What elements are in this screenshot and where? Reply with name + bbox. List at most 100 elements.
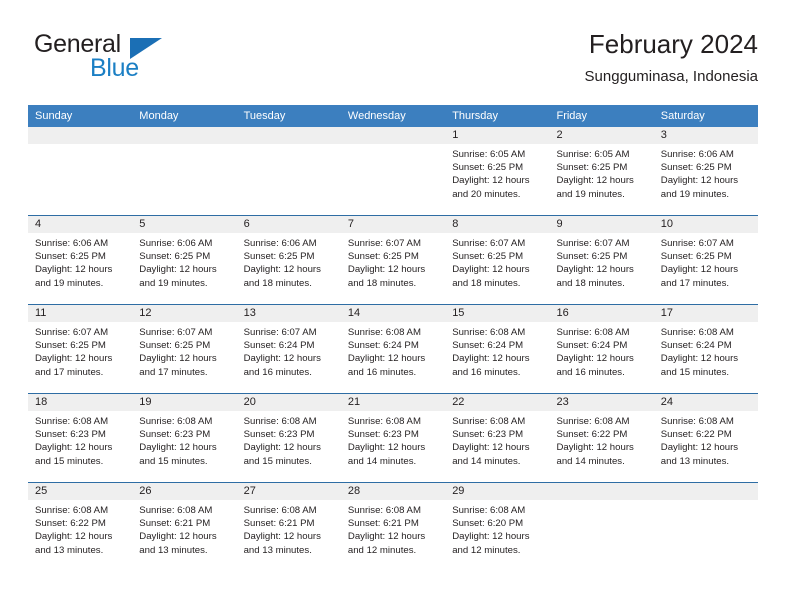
- day-detail-line: and 20 minutes.: [452, 188, 521, 200]
- day-cell[interactable]: 2 Sunrise: 6:05 AM Sunset: 6:25 PM Daylight…: [549, 127, 654, 215]
- day-detail-line: Sunset: 6:20 PM: [452, 518, 524, 530]
- weekday-header-row: Sunday Monday Tuesday Wednesday Thursday Frid…: [28, 105, 759, 127]
- day-detail-line: Sunset: 6:25 PM: [35, 251, 106, 263]
- day-details: Sunrise: 6:05 AM Sunset: 6:25 PM Daylight:…: [445, 144, 549, 201]
- day-cell[interactable]: 22 Sunrise: 6:08 AM Sunset: 6:23 PM Dayligh…: [445, 394, 550, 482]
- day-detail-line: Sunset: 6:23 PM: [139, 429, 211, 441]
- day-details: Sunrise: 6:08 AM Sunset: 6:24 PM Daylight:…: [549, 322, 653, 379]
- day-cell[interactable]: 1 Sunrise: 6:05 AM Sunset: 6:25 PM Daylight…: [445, 127, 550, 215]
- day-detail-line: Sunrise: 6:07 AM: [452, 238, 526, 249]
- day-number: 23: [549, 394, 654, 411]
- day-cell[interactable]: 28 Sunrise: 6:08 AM Sunset: 6:21 PM Dayligh…: [340, 483, 446, 571]
- day-detail-line: Daylight: 12 hours: [347, 442, 426, 454]
- day-details: Sunrise: 6:06 AM Sunset: 6:25 PM Daylight:…: [28, 233, 132, 290]
- day-cell-empty: [549, 483, 654, 571]
- day-details: Sunrise: 6:08 AM Sunset: 6:22 PM Daylight:…: [654, 411, 758, 468]
- day-cell[interactable]: 9 Sunrise: 6:07 AM Sunset: 6:25 PM Daylight…: [549, 216, 654, 304]
- day-cell[interactable]: 16 Sunrise: 6:08 AM Sunset: 6:24 PM Dayligh…: [549, 305, 654, 393]
- day-details: Sunrise: 6:05 AM Sunset: 6:25 PM Daylight:…: [549, 144, 653, 201]
- day-detail-line: Daylight: 12 hours: [660, 353, 739, 365]
- day-cell[interactable]: 4 Sunrise: 6:06 AM Sunset: 6:25 PM Daylight…: [28, 216, 133, 304]
- day-cell[interactable]: 21 Sunrise: 6:08 AM Sunset: 6:23 PM Dayligh…: [340, 394, 446, 482]
- day-details: Sunrise: 6:06 AM Sunset: 6:25 PM Daylight:…: [237, 233, 341, 290]
- day-cell[interactable]: 14 Sunrise: 6:08 AM Sunset: 6:24 PM Dayligh…: [340, 305, 446, 393]
- day-detail-line: Sunrise: 6:06 AM: [139, 238, 213, 249]
- day-cell[interactable]: 10 Sunrise: 6:07 AM Sunset: 6:25 PM Dayligh…: [653, 216, 759, 304]
- day-details: Sunrise: 6:08 AM Sunset: 6:21 PM Daylight:…: [237, 500, 341, 557]
- day-details: Sunrise: 6:08 AM Sunset: 6:24 PM Daylight:…: [445, 322, 549, 379]
- page-title: February 2024: [588, 29, 758, 59]
- day-cell[interactable]: 13 Sunrise: 6:07 AM Sunset: 6:24 PM Dayligh…: [236, 305, 341, 393]
- day-number: 12: [132, 305, 237, 322]
- day-detail-line: Daylight: 12 hours: [35, 531, 113, 543]
- day-cell[interactable]: 26 Sunrise: 6:08 AM Sunset: 6:21 PM Dayligh…: [132, 483, 237, 571]
- day-number: 20: [236, 394, 341, 411]
- day-number: [653, 483, 759, 500]
- day-details: [654, 500, 758, 504]
- day-cell[interactable]: 15 Sunrise: 6:08 AM Sunset: 6:24 PM Dayligh…: [445, 305, 550, 393]
- day-detail-line: Sunrise: 6:07 AM: [139, 327, 213, 338]
- day-number: 24: [653, 394, 759, 411]
- day-cell[interactable]: 11 Sunrise: 6:07 AM Sunset: 6:25 PM Dayligh…: [28, 305, 133, 393]
- day-cell[interactable]: 25 Sunrise: 6:08 AM Sunset: 6:22 PM Dayligh…: [28, 483, 133, 571]
- day-details: Sunrise: 6:07 AM Sunset: 6:25 PM Daylight:…: [28, 322, 132, 379]
- day-detail-line: Daylight: 12 hours: [347, 264, 426, 276]
- day-detail-line: Sunset: 6:25 PM: [452, 251, 524, 263]
- weekday-header-tuesday: Tuesday: [236, 105, 341, 127]
- day-detail-line: Sunrise: 6:05 AM: [556, 149, 630, 160]
- day-detail-line: Sunset: 6:25 PM: [556, 251, 628, 263]
- day-detail-line: Sunrise: 6:08 AM: [347, 416, 421, 427]
- day-cell[interactable]: 17 Sunrise: 6:08 AM Sunset: 6:24 PM Dayligh…: [653, 305, 759, 393]
- day-detail-line: Sunrise: 6:08 AM: [556, 327, 630, 338]
- day-detail-line: Sunset: 6:22 PM: [556, 429, 628, 441]
- day-cell[interactable]: 27 Sunrise: 6:08 AM Sunset: 6:21 PM Dayligh…: [236, 483, 341, 571]
- calendar-body: 1 Sunrise: 6:05 AM Sunset: 6:25 PM Daylight…: [28, 127, 759, 571]
- day-details: Sunrise: 6:08 AM Sunset: 6:21 PM Daylight:…: [132, 500, 236, 557]
- day-details: Sunrise: 6:08 AM Sunset: 6:20 PM Daylight:…: [445, 500, 549, 557]
- day-detail-line: Sunset: 6:25 PM: [139, 340, 211, 352]
- day-detail-line: and 16 minutes.: [452, 366, 521, 378]
- day-cell[interactable]: 3 Sunrise: 6:06 AM Sunset: 6:25 PM Daylight…: [653, 127, 759, 215]
- day-details: Sunrise: 6:08 AM Sunset: 6:22 PM Daylight:…: [549, 411, 653, 468]
- day-detail-line: Sunset: 6:24 PM: [243, 340, 315, 352]
- day-number: 10: [653, 216, 759, 233]
- day-detail-line: Sunrise: 6:08 AM: [347, 327, 421, 338]
- day-cell[interactable]: 18 Sunrise: 6:08 AM Sunset: 6:23 PM Dayligh…: [28, 394, 133, 482]
- day-cell[interactable]: 12 Sunrise: 6:07 AM Sunset: 6:25 PM Dayligh…: [132, 305, 237, 393]
- day-cell-empty: [236, 127, 341, 215]
- day-detail-line: Sunrise: 6:07 AM: [556, 238, 630, 249]
- day-details: [132, 144, 236, 148]
- day-cell[interactable]: 6 Sunrise: 6:06 AM Sunset: 6:25 PM Daylight…: [236, 216, 341, 304]
- weekday-header-sunday: Sunday: [28, 105, 133, 127]
- day-cell[interactable]: 20 Sunrise: 6:08 AM Sunset: 6:23 PM Dayligh…: [236, 394, 341, 482]
- day-cell[interactable]: 24 Sunrise: 6:08 AM Sunset: 6:22 PM Dayligh…: [653, 394, 759, 482]
- day-details: Sunrise: 6:08 AM Sunset: 6:23 PM Daylight:…: [445, 411, 549, 468]
- day-cell[interactable]: 8 Sunrise: 6:07 AM Sunset: 6:25 PM Daylight…: [445, 216, 550, 304]
- day-cell[interactable]: 19 Sunrise: 6:08 AM Sunset: 6:23 PM Dayligh…: [132, 394, 237, 482]
- day-number: 26: [132, 483, 237, 500]
- day-number: 3: [653, 127, 759, 144]
- day-detail-line: and 19 minutes.: [660, 188, 730, 200]
- day-number: 22: [445, 394, 550, 411]
- day-detail-line: and 14 minutes.: [452, 455, 521, 467]
- day-number: [132, 127, 237, 144]
- day-cell[interactable]: 23 Sunrise: 6:08 AM Sunset: 6:22 PM Dayligh…: [549, 394, 654, 482]
- page-header: General Blue February 2024 Sungguminasa,…: [34, 29, 758, 98]
- day-detail-line: and 16 minutes.: [347, 366, 417, 378]
- day-cell[interactable]: 29 Sunrise: 6:08 AM Sunset: 6:20 PM Dayligh…: [445, 483, 550, 571]
- day-cell[interactable]: 7 Sunrise: 6:07 AM Sunset: 6:25 PM Daylight…: [340, 216, 446, 304]
- day-cell[interactable]: 5 Sunrise: 6:06 AM Sunset: 6:25 PM Daylight…: [132, 216, 237, 304]
- calendar-page: General Blue February 2024 Sungguminasa,…: [0, 0, 792, 612]
- day-number: 7: [340, 216, 446, 233]
- day-detail-line: Sunset: 6:21 PM: [139, 518, 211, 530]
- day-detail-line: Daylight: 12 hours: [347, 353, 426, 365]
- day-number: 5: [132, 216, 237, 233]
- day-detail-line: and 17 minutes.: [139, 366, 208, 378]
- calendar-week-row: 4 Sunrise: 6:06 AM Sunset: 6:25 PM Daylight…: [28, 215, 759, 305]
- day-number: [549, 483, 654, 500]
- day-detail-line: Sunset: 6:24 PM: [347, 340, 419, 352]
- day-details: [549, 500, 653, 504]
- day-details: Sunrise: 6:08 AM Sunset: 6:22 PM Daylight:…: [28, 500, 132, 557]
- general-blue-logo[interactable]: General Blue: [34, 30, 264, 92]
- day-detail-line: Daylight: 12 hours: [35, 442, 113, 454]
